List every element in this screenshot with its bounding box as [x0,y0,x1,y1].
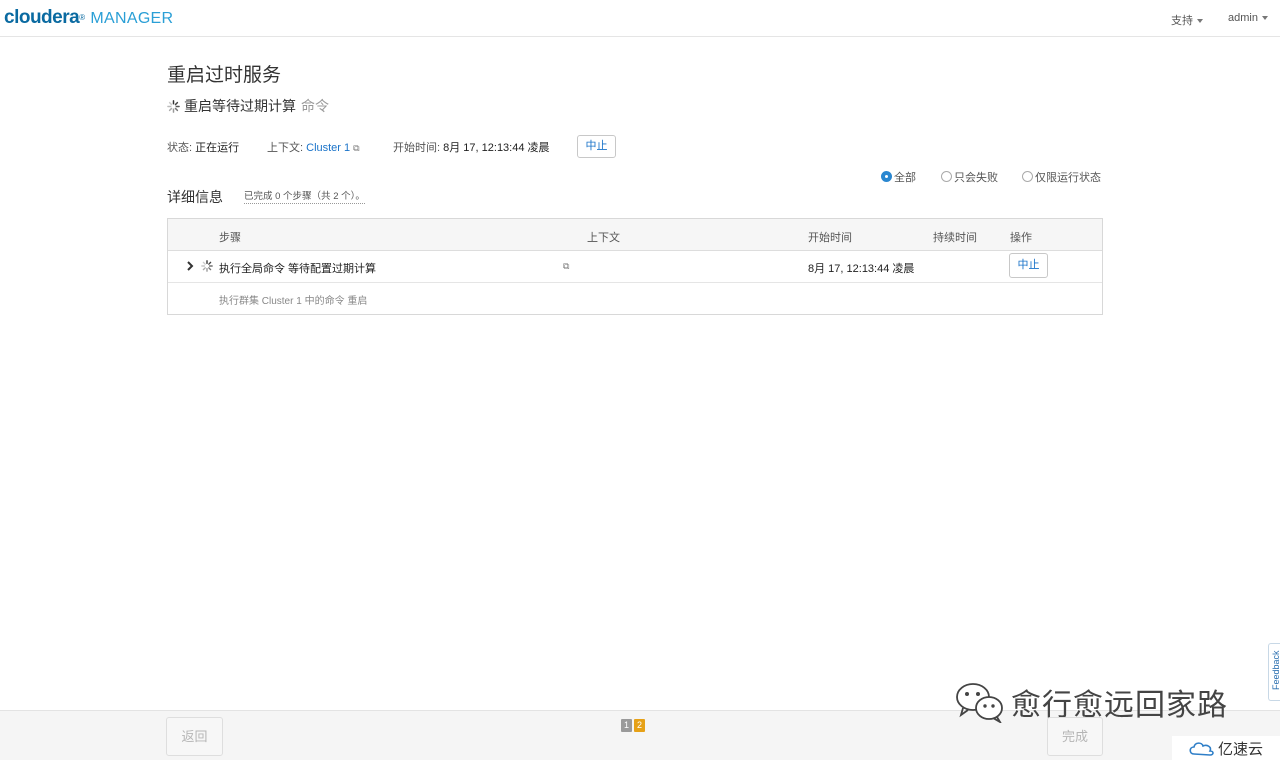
step-pager: 1 2 [621,719,645,732]
column-start-time: 开始时间 [808,232,852,244]
radio-checked-icon[interactable] [881,171,892,182]
table-sub-row: 执行群集 Cluster 1 中的命令 重启 [168,283,1102,314]
context-item: 上下文: Cluster 1 ⧉ [267,142,360,154]
caret-down-icon [1261,16,1268,21]
details-label: 详细信息 [167,189,223,205]
sub-step-description: 执行群集 Cluster 1 中的命令 重启 [219,296,368,307]
table-header: 步骤 上下文 开始时间 持续时间 操作 [168,219,1102,251]
status-value: 正在运行 [195,142,240,154]
site-name: 亿速云 [1218,741,1264,758]
step-name: 执行全局命令 等待配置过期计算 [219,263,377,275]
filter-running-only[interactable]: 仅限运行状态 [1022,169,1101,185]
top-bar: cloudera® MANAGER 支持 admin [0,0,1280,37]
cloudera-manager-logo[interactable]: cloudera® MANAGER [4,7,173,30]
table-row: 执行全局命令 等待配置过期计算 ⧉ 8月 17, 12:13:44 凌晨 [168,251,1102,283]
radio-icon[interactable] [1022,171,1033,182]
details-summary: 已完成 0 个步骤（共 2 个）。 [244,188,365,204]
column-duration: 持续时间 [933,232,977,244]
radio-icon[interactable] [941,171,952,182]
user-menu[interactable]: admin [1228,12,1268,24]
external-link-icon[interactable]: ⧉ [563,261,569,272]
context-link[interactable]: Cluster 1 [306,142,350,154]
chevron-right-icon[interactable] [186,260,194,272]
page-2[interactable]: 2 [634,719,645,732]
status-row: 状态: 正在运行 上下文: Cluster 1 ⧉ 开始时间: 8月 17, 12… [167,139,727,154]
command-suffix: 命令 [301,98,329,114]
column-context: 上下文 [587,232,620,244]
caret-down-icon [1197,19,1203,24]
site-watermark: 亿速云 [1172,736,1280,760]
status-item: 状态: 正在运行 [167,142,240,154]
abort-step-button[interactable]: 中止 [1009,253,1048,278]
command-name: 重启等待过期计算 [184,98,296,114]
external-link-icon[interactable]: ⧉ [353,143,359,154]
filter-failed-only[interactable]: 只会失败 [941,169,998,185]
steps-table: 步骤 上下文 开始时间 持续时间 操作 执行全局命令 等待配置过期计算 ⧉ 8月… [167,218,1103,315]
command-heading: 重启等待过期计算 命令 [167,96,329,116]
done-button[interactable]: 完成 [1047,717,1103,756]
feedback-tab[interactable]: Feedback [1268,643,1280,701]
abort-command-button[interactable]: 中止 [577,135,616,158]
logo-brand: cloudera [4,7,80,28]
back-button[interactable]: 返回 [166,717,223,756]
spinner-icon [201,260,213,272]
column-step: 步骤 [219,232,241,244]
watermark-text: 愈行愈远回家路 [1011,688,1228,723]
column-actions: 操作 [1010,232,1032,244]
spinner-icon [167,99,180,113]
logo-product: MANAGER [90,10,174,27]
wechat-icon [956,683,1003,723]
filter-all[interactable]: 全部 [881,169,916,185]
cloud-logo-icon [1189,742,1214,756]
page-title: 重启过时服务 [167,65,282,86]
start-time-value: 8月 17, 12:13:44 凌晨 [443,142,550,154]
support-menu[interactable]: 支持 [1171,12,1203,28]
step-start-time: 8月 17, 12:13:44 凌晨 [808,263,915,275]
page-1[interactable]: 1 [621,719,632,732]
start-time-item: 开始时间: 8月 17, 12:13:44 凌晨 [393,142,550,154]
